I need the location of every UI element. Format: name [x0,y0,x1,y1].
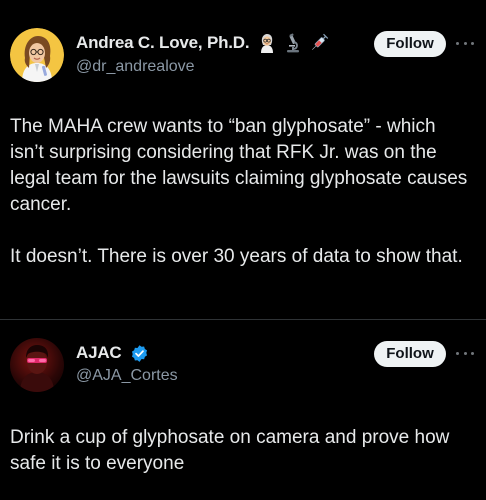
follow-button[interactable]: Follow [374,341,446,367]
follow-button[interactable]: Follow [374,31,446,57]
handle[interactable]: @AJA_Cortes [76,367,178,385]
more-options-icon[interactable] [456,38,474,48]
name-row: Andrea C. Love, Ph.D. [76,33,329,53]
tweet-1[interactable]: Andrea C. Love, Ph.D. @dr_andrealove Fol… [0,0,486,320]
avatar[interactable] [10,338,64,392]
profile-badges [130,344,149,363]
display-name[interactable]: AJAC [76,343,122,363]
handle[interactable]: @dr_andrealove [76,58,195,76]
syringe-emoji-icon [312,33,329,50]
tweet-paragraph: The MAHA crew wants to “ban glyphosate” … [10,116,468,215]
tweet-paragraph: It doesn’t. There is over 30 years of da… [10,246,463,267]
tweet-paragraph: Drink a cup of glyphosate on camera and … [10,427,450,474]
avatar-illustration-icon [10,28,64,82]
microscope-emoji-icon [287,33,300,53]
tweet-text: The MAHA crew wants to “ban glyphosate” … [10,114,470,270]
avatar[interactable] [10,28,64,82]
display-name[interactable]: Andrea C. Love, Ph.D. [76,33,250,53]
tweet-2[interactable]: AJAC @AJA_Cortes Follow Drink a cup of g… [0,320,486,500]
tweet-text: Drink a cup of glyphosate on camera and … [10,425,470,477]
scientist-emoji-icon [261,34,274,53]
more-options-icon[interactable] [456,348,474,358]
avatar-photo-icon [10,338,64,392]
profile-badges [257,33,329,53]
name-row: AJAC [76,343,149,363]
verified-badge-icon [131,344,147,362]
